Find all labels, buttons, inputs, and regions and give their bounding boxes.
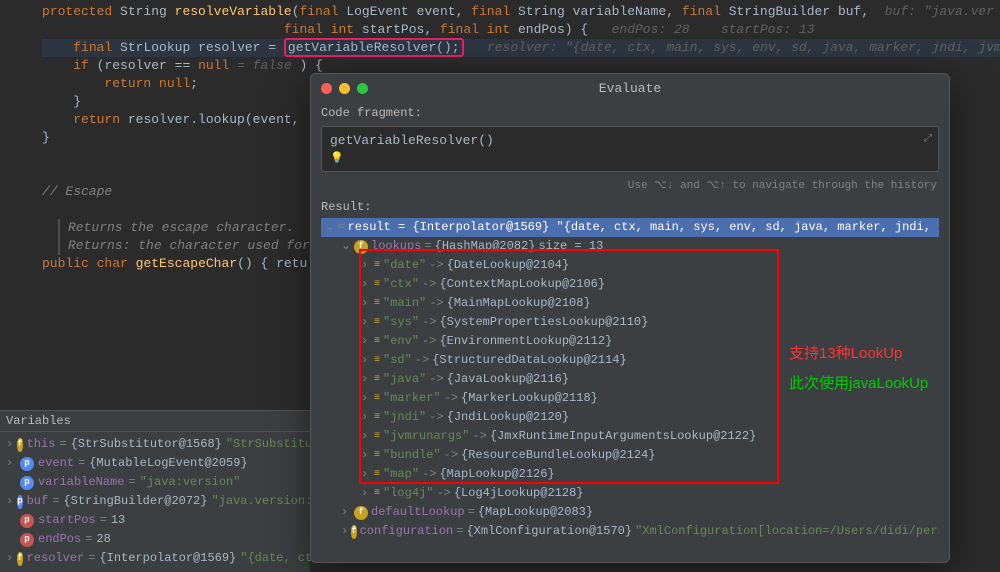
chevron-right-icon[interactable]: › (361, 371, 371, 388)
entry-icon: ≡ (374, 466, 380, 483)
link-icon: ∞ (338, 219, 345, 236)
field-icon: p (20, 457, 34, 471)
chevron-right-icon[interactable]: › (361, 257, 371, 274)
lookup-entry-row[interactable]: ›≡ "date" -> {DateLookup@2104} (321, 256, 939, 275)
evaluate-dialog[interactable]: Evaluate Code fragment: getVariableResol… (310, 73, 950, 563)
chevron-right-icon[interactable]: › (361, 352, 371, 369)
chevron-right-icon[interactable]: › (361, 485, 371, 502)
variable-row[interactable]: ›pbuf = {StringBuilder@2072} "java.versi… (0, 492, 310, 511)
chevron-right-icon[interactable]: › (341, 504, 351, 521)
field-icon: p (17, 495, 22, 509)
entry-icon: ≡ (374, 447, 380, 464)
entry-icon: ≡ (374, 390, 380, 407)
variables-tree[interactable]: ›fthis = {StrSubstitutor@1568} "StrSubst… (0, 432, 310, 571)
highlighted-expression: getVariableResolver(); (284, 38, 464, 57)
lookup-entry-row[interactable]: ›≡ "bundle" -> {ResourceBundleLookup@212… (321, 446, 939, 465)
dialog-title: Evaluate (311, 81, 949, 96)
result-root-row[interactable]: ⌄ ∞ result = {Interpolator@1569} "{date,… (321, 218, 939, 237)
lookup-entry-row[interactable]: ›≡ "log4j" -> {Log4jLookup@2128} (321, 484, 939, 503)
annotation-java-lookup: 此次使用javaLookUp (789, 372, 928, 393)
field-icon: p (20, 533, 34, 547)
default-lookup-row[interactable]: › f defaultLookup = {MapLookup@2083} (321, 503, 939, 522)
variable-row[interactable]: ›pevent = {MutableLogEvent@2059} (0, 454, 310, 473)
entry-icon: ≡ (374, 371, 380, 388)
field-icon: p (20, 476, 34, 490)
lookup-entry-row[interactable]: ›≡ "main" -> {MainMapLookup@2108} (321, 294, 939, 313)
variable-row[interactable]: pendPos = 28 (0, 530, 310, 549)
chevron-right-icon[interactable]: › (341, 523, 348, 540)
entry-icon: ≡ (374, 314, 380, 331)
chevron-icon[interactable]: › (6, 493, 13, 510)
chevron-right-icon[interactable]: › (361, 314, 371, 331)
chevron-icon[interactable]: › (6, 455, 16, 472)
field-icon: f (354, 240, 368, 254)
chevron-icon[interactable]: › (6, 436, 13, 453)
entry-icon: ≡ (374, 352, 380, 369)
code-fragment-input[interactable]: getVariableResolver() 💡 ⤢ (321, 126, 939, 172)
chevron-right-icon[interactable]: › (361, 276, 371, 293)
navigation-hint: Use ⌥↓ and ⌥↑ to navigate through the hi… (311, 174, 949, 196)
result-label: Result: (311, 196, 949, 218)
variable-row[interactable]: ›fthis = {StrSubstitutor@1568} "StrSubst… (0, 435, 310, 454)
chevron-icon[interactable]: › (6, 550, 13, 567)
chevron-right-icon[interactable]: › (361, 390, 371, 407)
entry-icon: ≡ (374, 295, 380, 312)
field-icon: f (354, 506, 368, 520)
entry-icon: ≡ (374, 276, 380, 293)
variable-row[interactable]: ›fresolver = {Interpolator@1569} "{date,… (0, 549, 310, 568)
dialog-titlebar[interactable]: Evaluate (311, 74, 949, 102)
entry-icon: ≡ (374, 485, 380, 502)
variables-header: Variables (0, 411, 310, 432)
entry-icon: ≡ (374, 409, 380, 426)
variable-row[interactable]: pvariableName = "java:version" (0, 473, 310, 492)
lookup-entry-row[interactable]: ›≡ "jvmrunargs" -> {JmxRuntimeInputArgum… (321, 427, 939, 446)
fragment-code-text: getVariableResolver() (330, 133, 494, 148)
configuration-row[interactable]: › f configuration = {XmlConfiguration@15… (321, 522, 939, 541)
chevron-down-icon[interactable]: ⌄ (325, 219, 335, 236)
lookups-row[interactable]: ⌄ f lookups = {HashMap@2082} size = 13 (321, 237, 939, 256)
annotation-lookup-count: 支持13种LookUp (789, 342, 902, 363)
expand-icon[interactable]: ⤢ (924, 133, 932, 145)
chevron-down-icon[interactable]: ⌄ (341, 238, 351, 255)
chevron-right-icon[interactable]: › (361, 409, 371, 426)
entry-icon: ≡ (374, 257, 380, 274)
field-icon: f (17, 438, 22, 452)
chevron-right-icon[interactable]: › (361, 333, 371, 350)
lookup-entry-row[interactable]: ›≡ "ctx" -> {ContextMapLookup@2106} (321, 275, 939, 294)
field-icon: p (20, 514, 34, 528)
variable-row[interactable]: pstartPos = 13 (0, 511, 310, 530)
chevron-right-icon[interactable]: › (361, 447, 371, 464)
chevron-right-icon[interactable]: › (361, 428, 371, 445)
entry-icon: ≡ (374, 428, 380, 445)
code-line: final int startPos, final int endPos) { … (42, 21, 1000, 39)
bulb-icon[interactable]: 💡 (330, 151, 344, 165)
field-icon: f (17, 552, 22, 566)
code-fragment-label: Code fragment: (311, 102, 949, 124)
lookup-entry-row[interactable]: ›≡ "map" -> {MapLookup@2126} (321, 465, 939, 484)
lookup-entry-row[interactable]: ›≡ "sys" -> {SystemPropertiesLookup@2110… (321, 313, 939, 332)
chevron-right-icon[interactable]: › (361, 466, 371, 483)
chevron-right-icon[interactable]: › (361, 295, 371, 312)
code-line-active: final StrLookup resolver = getVariableRe… (42, 39, 1000, 57)
code-line: protected String resolveVariable(final L… (42, 3, 1000, 21)
variables-panel[interactable]: Variables ›fthis = {StrSubstitutor@1568}… (0, 410, 310, 572)
entry-icon: ≡ (374, 333, 380, 350)
field-icon: f (351, 525, 356, 539)
lookup-entry-row[interactable]: ›≡ "jndi" -> {JndiLookup@2120} (321, 408, 939, 427)
